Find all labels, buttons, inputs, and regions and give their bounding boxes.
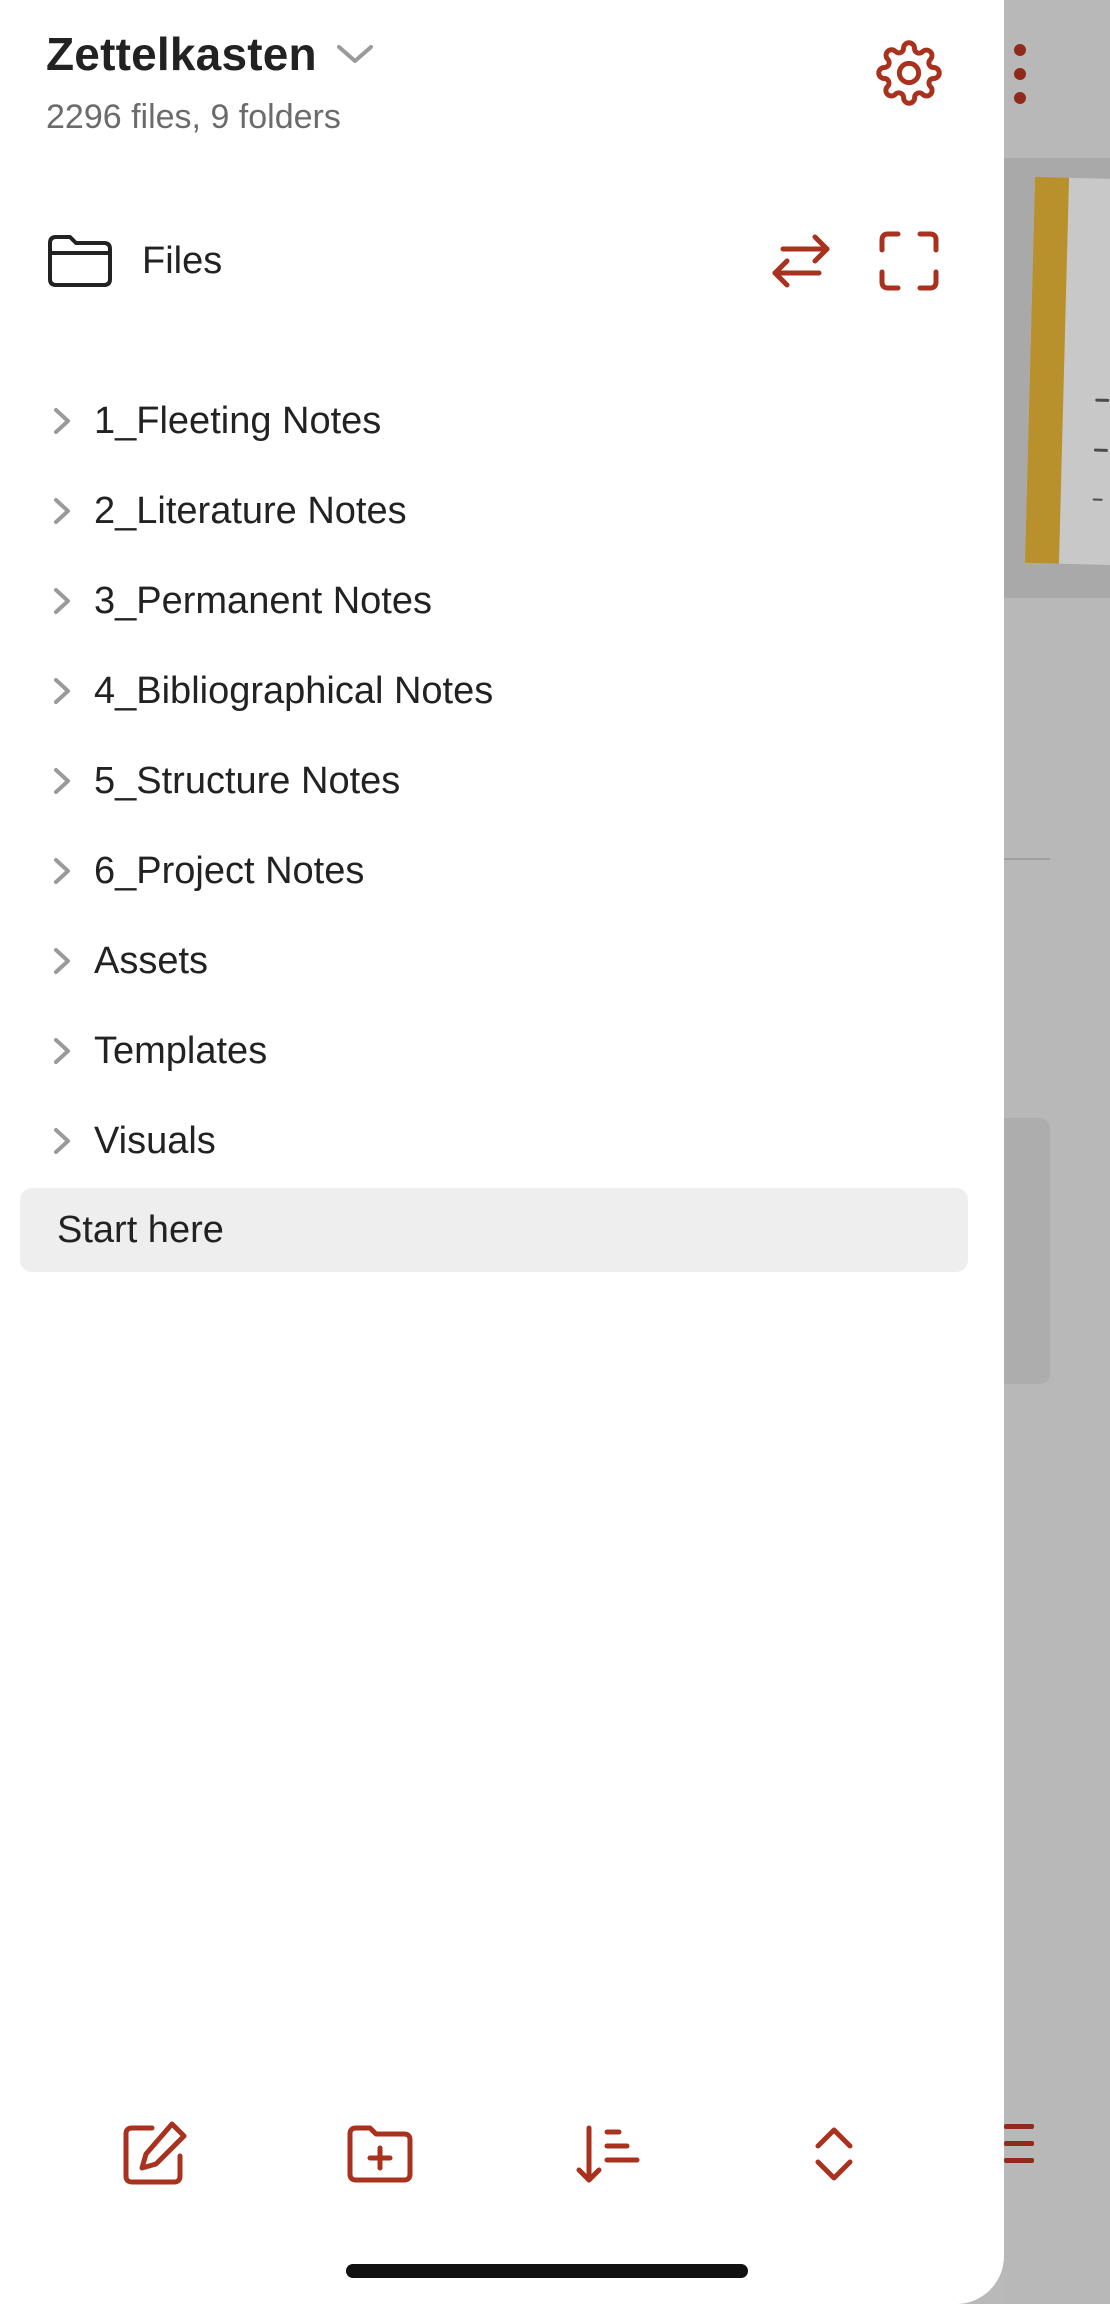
folder-item[interactable]: 3_Permanent Notes [20,556,968,646]
file-tree: 1_Fleeting Notes 2_Literature Notes 3_Pe… [20,376,968,1272]
folder-label: 5_Structure Notes [94,759,401,802]
swap-arrows-icon [772,234,830,288]
chevron-down-icon [335,39,375,69]
collapse-all-button[interactable] [792,2112,876,2196]
folder-item[interactable]: Assets [20,916,968,1006]
folder-item[interactable]: 1_Fleeting Notes [20,376,968,466]
swap-view-button[interactable] [764,224,838,298]
chevron-right-icon[interactable] [42,491,82,531]
new-folder-button[interactable] [338,2112,422,2196]
folder-label: Visuals [94,1119,216,1162]
folder-item[interactable]: 2_Literature Notes [20,466,968,556]
gear-icon [876,40,942,106]
folder-label: 3_Permanent Notes [94,579,432,622]
folder-item[interactable]: 6_Project Notes [20,826,968,916]
file-label: Start here [57,1208,224,1251]
background-image [1004,158,1110,598]
vault-switcher[interactable]: Zettelkasten [46,24,375,84]
fullscreen-corners-icon [879,231,939,291]
chevron-up-down-icon [815,2127,853,2181]
edit-square-icon [123,2121,187,2185]
expand-button[interactable] [872,224,946,298]
chevron-right-icon[interactable] [42,941,82,981]
folder-item[interactable]: 5_Structure Notes [20,736,968,826]
folder-label: 1_Fleeting Notes [94,399,382,442]
chevron-right-icon[interactable] [42,851,82,891]
app-screen: Zettelkasten 2296 files, 9 folders Files… [0,0,1110,2304]
folder-label: 6_Project Notes [94,849,365,892]
folder-item[interactable]: Templates [20,1006,968,1096]
file-explorer-drawer: Zettelkasten 2296 files, 9 folders Files… [0,0,1004,2304]
folder-label: Assets [94,939,209,982]
chevron-right-icon[interactable] [42,1031,82,1071]
background-block [1004,1118,1050,1384]
chevron-right-icon[interactable] [42,401,82,441]
chevron-right-icon[interactable] [42,1121,82,1161]
folder-label: 4_Bibliographical Notes [94,669,494,712]
folder-plus-icon [347,2125,413,2183]
file-item-selected[interactable]: Start here [20,1188,968,1272]
sort-button[interactable] [566,2112,650,2196]
home-indicator[interactable] [346,2264,748,2278]
more-options-icon[interactable] [1008,44,1032,108]
folder-icon [46,231,114,291]
list-icon[interactable] [1004,2124,1036,2164]
folder-label: Templates [94,1029,268,1072]
folder-item[interactable]: 4_Bibliographical Notes [20,646,968,736]
settings-button[interactable] [872,36,946,110]
vault-name: Zettelkasten [46,28,317,80]
files-section-header[interactable]: Files [46,224,222,298]
chevron-right-icon[interactable] [42,761,82,801]
chevron-right-icon[interactable] [42,581,82,621]
folder-label: 2_Literature Notes [94,489,407,532]
new-note-button[interactable] [112,2112,196,2196]
explorer-toolbar [0,2112,1004,2196]
folder-item[interactable]: Visuals [20,1096,968,1186]
chevron-right-icon[interactable] [42,671,82,711]
sort-lines-icon [576,2125,640,2183]
vault-stats: 2296 files, 9 folders [46,98,341,136]
section-label: Files [142,239,223,282]
background-divider [1004,858,1050,860]
